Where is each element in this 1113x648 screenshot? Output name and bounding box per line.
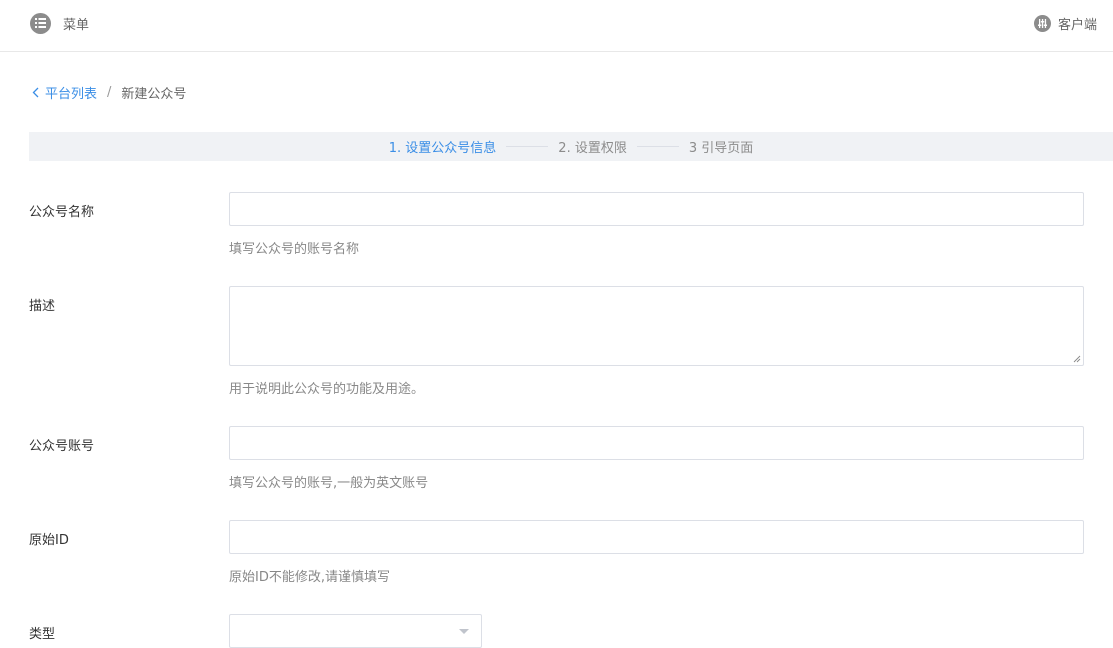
step-connector xyxy=(506,146,549,147)
original-id-label: 原始ID xyxy=(29,533,69,548)
description-hint: 用于说明此公众号的功能及用途。 xyxy=(229,382,425,397)
step-1[interactable]: 1. 设置公众号信息 xyxy=(389,137,497,156)
resize-grip-icon[interactable] xyxy=(1073,355,1081,363)
type-label: 类型 xyxy=(29,627,56,642)
form-row-name: 公众号名称 填写公众号的账号名称 xyxy=(29,192,1084,262)
name-hint: 填写公众号的账号名称 xyxy=(229,242,360,257)
original-id-input[interactable] xyxy=(229,520,1084,554)
client-label: 客户端 xyxy=(1057,17,1097,33)
name-label: 公众号名称 xyxy=(29,205,95,220)
account-input[interactable] xyxy=(229,426,1084,460)
name-input[interactable] xyxy=(229,192,1084,226)
caret-down-icon xyxy=(459,629,469,634)
breadcrumb-back-label: 平台列表 xyxy=(45,86,98,102)
step-connector xyxy=(636,146,679,147)
step-indicator: 1. 设置公众号信息 2. 设置权限 3 引导页面 xyxy=(29,132,1113,161)
form-row-account: 公众号账号 填写公众号的账号,一般为英文账号 xyxy=(29,426,1084,496)
step-3[interactable]: 3 引导页面 xyxy=(689,137,753,156)
form-row-type: 类型 xyxy=(29,614,1084,648)
step-2[interactable]: 2. 设置权限 xyxy=(558,137,627,156)
account-hint: 填写公众号的账号,一般为英文账号 xyxy=(229,476,429,491)
account-label: 公众号账号 xyxy=(29,439,95,454)
original-id-hint: 原始ID不能修改,请谨慎填写 xyxy=(229,570,390,585)
breadcrumb-separator: / xyxy=(107,84,112,100)
breadcrumb-current: 新建公众号 xyxy=(121,86,187,102)
chevron-left-icon xyxy=(32,87,39,97)
description-label: 描述 xyxy=(29,299,56,314)
sliders-icon xyxy=(1033,14,1051,32)
form-row-description: 描述 用于说明此公众号的功能及用途。 xyxy=(29,286,1084,401)
form-row-original-id: 原始ID 原始ID不能修改,请谨慎填写 xyxy=(29,520,1084,590)
list-icon xyxy=(30,12,51,34)
description-textarea[interactable] xyxy=(229,286,1084,366)
menu-label: 菜单 xyxy=(63,17,90,33)
breadcrumb-back-link[interactable]: 平台列表 xyxy=(32,83,97,102)
breadcrumb: 平台列表 / 新建公众号 xyxy=(32,82,186,102)
menu-button[interactable]: 菜单 xyxy=(30,12,89,34)
client-button[interactable]: 客户端 xyxy=(1033,13,1097,33)
type-select[interactable] xyxy=(229,614,482,648)
top-bar: 菜单 客户端 xyxy=(0,0,1113,52)
